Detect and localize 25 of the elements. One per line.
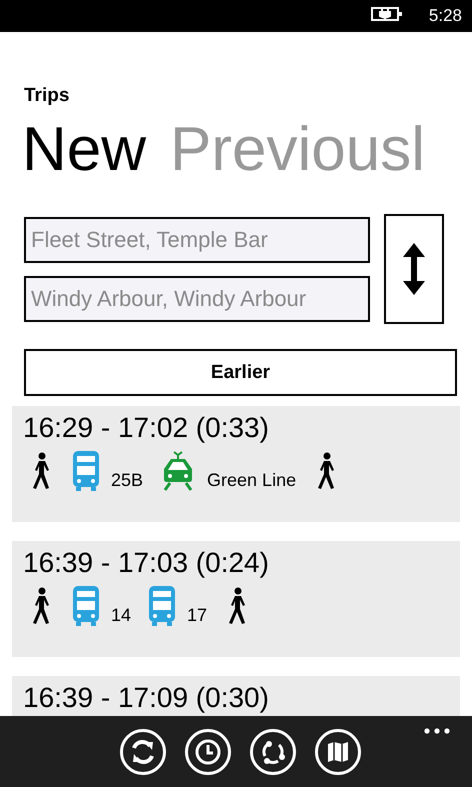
bus-icon	[73, 451, 99, 491]
app-title: Trips	[23, 84, 70, 108]
trip-card[interactable]: 16:39 - 17:09 (0:30)	[12, 676, 460, 716]
bus-icon	[73, 586, 99, 626]
swap-button[interactable]	[384, 214, 444, 324]
bus-icon	[149, 586, 176, 626]
refresh-button[interactable]	[120, 729, 166, 775]
route-label: 25B	[111, 469, 144, 491]
clock-button[interactable]	[184, 729, 230, 775]
trip-time: 16:39 - 17:03 (0:24)	[23, 548, 270, 578]
pivot-header[interactable]: New	[22, 112, 146, 188]
earlier-button[interactable]: Earlier	[24, 349, 457, 396]
trip-time: 16:39 - 17:09 (0:30)	[23, 683, 270, 713]
battery-charging-icon	[370, 6, 403, 22]
status-time: 5:28	[428, 6, 462, 26]
route-label: 17	[187, 604, 208, 626]
trip-time: 16:29 - 17:02 (0:33)	[23, 413, 270, 443]
route-label: Green Line	[207, 469, 296, 491]
trip-card[interactable]: 16:39 - 17:03 (0:24) 14 17	[12, 541, 460, 657]
more-icon[interactable]	[424, 728, 450, 734]
trip-card[interactable]: 16:29 - 17:02 (0:33) 25B Green Line	[12, 406, 460, 522]
swap-icon	[403, 243, 425, 295]
map-button[interactable]	[314, 729, 360, 775]
cycle-button[interactable]	[250, 729, 296, 775]
route-label: 14	[111, 604, 132, 626]
